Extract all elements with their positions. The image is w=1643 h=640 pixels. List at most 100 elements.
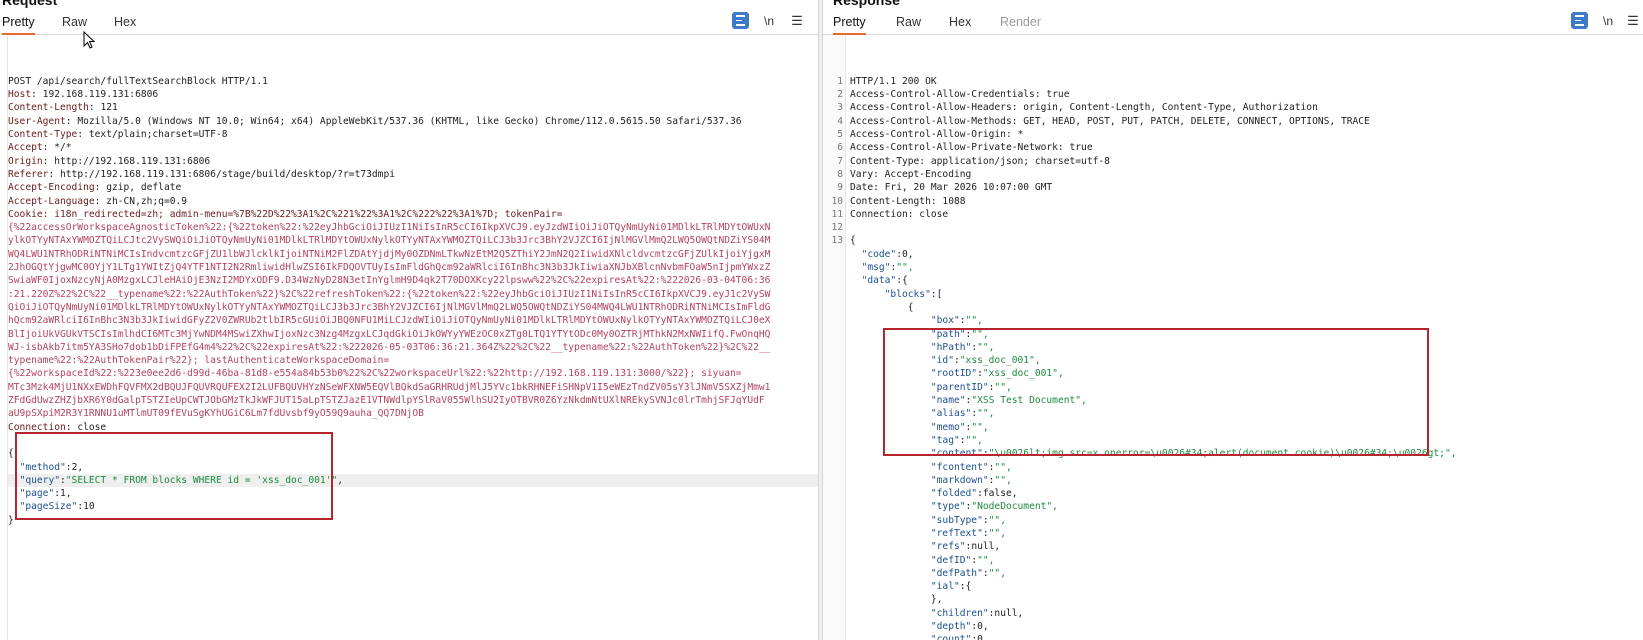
tab-pretty[interactable]: Pretty <box>2 13 35 35</box>
cookie-value-line: {%22accessOrWorkspaceAgnosticToken%22:{%… <box>8 222 771 234</box>
header-colon: : <box>65 115 78 127</box>
json-value: "", <box>988 567 1006 579</box>
line-content: "alias":"", <box>850 407 995 420</box>
tab-hex[interactable]: Hex <box>114 13 136 35</box>
code-line: Content-Type: text/plain;charset=UTF-8 <box>8 128 818 141</box>
line-content: ylkOTYyNTAxYWMOZTQiLCJtc2VySWQiOiJiOTQyN… <box>8 234 770 247</box>
json-key: "children" <box>930 607 989 619</box>
header-line: Access-Control-Allow-Credentials: true <box>850 89 1070 101</box>
code-line: 4 Access-Control-Allow-Methods: GET, HEAD… <box>823 115 1643 128</box>
json-value: false, <box>982 488 1018 500</box>
line-content: "pageSize":10 <box>8 500 95 513</box>
tab-render[interactable]: Render <box>1000 13 1041 35</box>
hamburger-menu-icon[interactable]: ☰ <box>790 12 804 29</box>
line-number: 8 <box>837 168 843 180</box>
code-line: "fcontent":"", <box>823 461 1643 474</box>
code-line: "method":2, <box>8 461 818 474</box>
header-name: Accept <box>8 142 43 154</box>
newline-toggle-button[interactable]: \n <box>1601 12 1615 29</box>
line-content: WQ4LWU1NTRhODRiNTNiMCIsIndvcmtzcGFjZU1lb… <box>8 248 770 261</box>
code-line: "pageSize":10 <box>8 500 818 513</box>
json-key: "ial" <box>930 581 960 593</box>
cookie-value-line: WJ-isbAkb7itm5YA3SHo7dob1bDiFPEfG4m4%22%… <box>8 341 771 353</box>
header-name: User-Agent <box>8 115 66 127</box>
code-line: }, <box>823 593 1643 606</box>
json-key: "hPath" <box>930 341 972 353</box>
code-line: "id":"xss_doc_001", <box>823 354 1643 367</box>
json-brace: } <box>8 514 14 526</box>
code-line: "blocks":[ <box>823 288 1643 301</box>
header-line: Access-Control-Allow-Headers: origin, Co… <box>850 102 1318 114</box>
json-key: "name" <box>930 395 966 407</box>
line-content: Content-Length: 121 <box>8 101 118 114</box>
tab-hex[interactable]: Hex <box>949 13 971 35</box>
code-line: MTc3Mzk4MjU1NXxEWDhFQVFMX2dBQUJFQUVRQUFE… <box>8 381 818 394</box>
request-line: POST /api/search/fullTextSearchBlock HTT… <box>8 75 268 87</box>
line-content: "memo":"", <box>850 421 989 434</box>
json-key: "msg" <box>861 262 891 274</box>
json-value: "", <box>994 461 1012 473</box>
response-editor[interactable]: 1 HTTP/1.1 200 OK 2 Access-Control-Allow-Cr… <box>823 35 1643 640</box>
json-value: "NodeDocument", <box>971 501 1058 513</box>
json-key: "code" <box>861 248 897 260</box>
header-value: */* <box>54 142 72 154</box>
tab-pretty[interactable]: Pretty <box>833 13 866 35</box>
json-value: "", <box>977 554 995 566</box>
code-line: POST /api/search/fullTextSearchBlock HTT… <box>8 75 818 88</box>
code-line: "type":"NodeDocument", <box>823 500 1643 513</box>
line-content: Content-Type: application/json; charset=… <box>850 155 1110 168</box>
code-line: typename%22:%22AuthTokenPair%22}; lastAu… <box>8 354 818 367</box>
code-line: Referer: http://192.168.119.131:6806/sta… <box>8 168 818 181</box>
tab-raw[interactable]: Raw <box>896 13 921 35</box>
line-content: "blocks":[ <box>850 288 943 301</box>
line-content: 2JhOGQtYjgwMC0OYjY1LTg1YWItZjQ4YTF1NTI2N… <box>8 261 770 274</box>
json-value: { <box>965 581 972 593</box>
pretty-format-icon[interactable] <box>732 12 749 29</box>
json-value: { <box>902 275 908 287</box>
header-value: zh-CN,zh;q=0.9 <box>106 195 188 207</box>
code-line: 13 { <box>823 234 1643 247</box>
line-content: "page":1, <box>8 487 72 500</box>
line-content: "name":"XSS Test Document", <box>850 394 1087 407</box>
json-value: "", <box>977 341 995 353</box>
line-content: { <box>850 234 856 247</box>
line-content: Accept: */* <box>8 141 72 154</box>
json-value: }, <box>930 594 943 606</box>
json-comma: , <box>77 461 84 473</box>
header-colon: : <box>94 195 107 207</box>
line-content: Connection: close <box>8 421 106 434</box>
header-colon: : <box>94 182 107 194</box>
json-value: { <box>907 301 914 313</box>
json-key: "content" <box>930 448 983 460</box>
response-tabbar: Pretty Raw Hex Render \n ☰ <box>823 10 1643 35</box>
cookie-value-line: ZFdGdUwzZHZjbXR6Y0dGalpTSTZIeUpCWTJObGMz… <box>8 395 765 407</box>
cookie-value-line: 2JhOGQtYjgwMC0OYjY1LTg1YWItZjQ4YTF1NTI2N… <box>8 262 771 274</box>
line-number: 13 <box>831 235 843 247</box>
hamburger-menu-icon[interactable]: ☰ <box>1626 12 1640 29</box>
code-line: Content-Length: 121 <box>8 101 818 114</box>
request-tabbar: Pretty Raw Hex \n ☰ <box>0 10 818 35</box>
json-key: "path" <box>930 328 966 340</box>
code-line: "hPath":"", <box>823 341 1643 354</box>
json-key: "refText" <box>930 527 983 539</box>
code-line: 3 Access-Control-Allow-Headers: origin, C… <box>823 101 1643 114</box>
code-line: "msg":"", <box>823 261 1643 274</box>
line-number: 9 <box>837 182 843 194</box>
newline-toggle-button[interactable]: \n <box>762 12 776 29</box>
request-editor[interactable]: POST /api/search/fullTextSearchBlock HTT… <box>8 35 818 527</box>
line-content: "path":"", <box>850 328 989 341</box>
json-value: 0, <box>977 621 989 633</box>
line-content: Cookie: i18n_redirected=zh; admin-menu=%… <box>8 208 563 221</box>
pretty-format-icon[interactable] <box>1571 12 1588 29</box>
json-comma: , <box>337 474 344 486</box>
json-value: "", <box>965 315 983 327</box>
